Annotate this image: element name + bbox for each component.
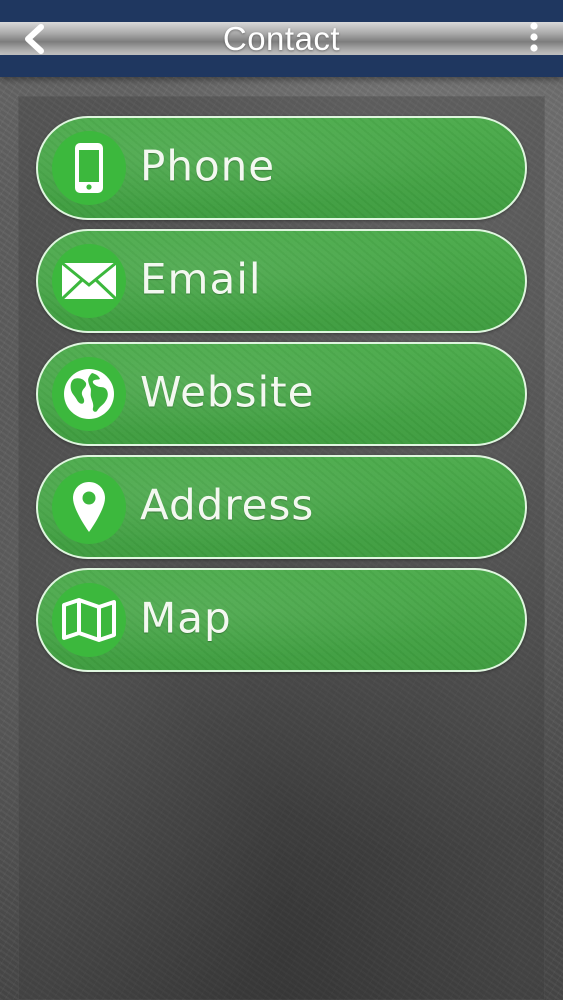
page-title: Contact (222, 19, 341, 57)
back-button[interactable] (18, 24, 50, 54)
contact-label: Website (140, 367, 315, 417)
contact-label: Address (140, 480, 315, 530)
contact-item-email[interactable]: Email (36, 229, 527, 333)
globe-icon (64, 369, 114, 419)
contact-item-address[interactable]: Address (36, 455, 527, 559)
contact-list: Phone Email Website Address Map (36, 116, 527, 681)
map-pin-icon (73, 482, 105, 532)
more-vertical-icon (530, 22, 538, 52)
icon-circle (52, 583, 126, 657)
contact-label: Phone (140, 141, 276, 191)
contact-item-phone[interactable]: Phone (36, 116, 527, 220)
icon-circle (52, 244, 126, 318)
chevron-left-icon (25, 24, 44, 54)
icon-circle (52, 357, 126, 431)
map-icon (62, 598, 116, 642)
contact-item-map[interactable]: Map (36, 568, 527, 672)
header-bar: Contact (0, 19, 563, 57)
envelope-icon (60, 261, 118, 301)
contact-item-website[interactable]: Website (36, 342, 527, 446)
menu-button[interactable] (527, 20, 541, 54)
contact-label: Map (140, 593, 232, 643)
icon-circle (52, 131, 126, 205)
phone-icon (75, 143, 103, 193)
icon-circle (52, 470, 126, 544)
contact-label: Email (140, 254, 262, 304)
header-bottom-strip (0, 55, 563, 77)
